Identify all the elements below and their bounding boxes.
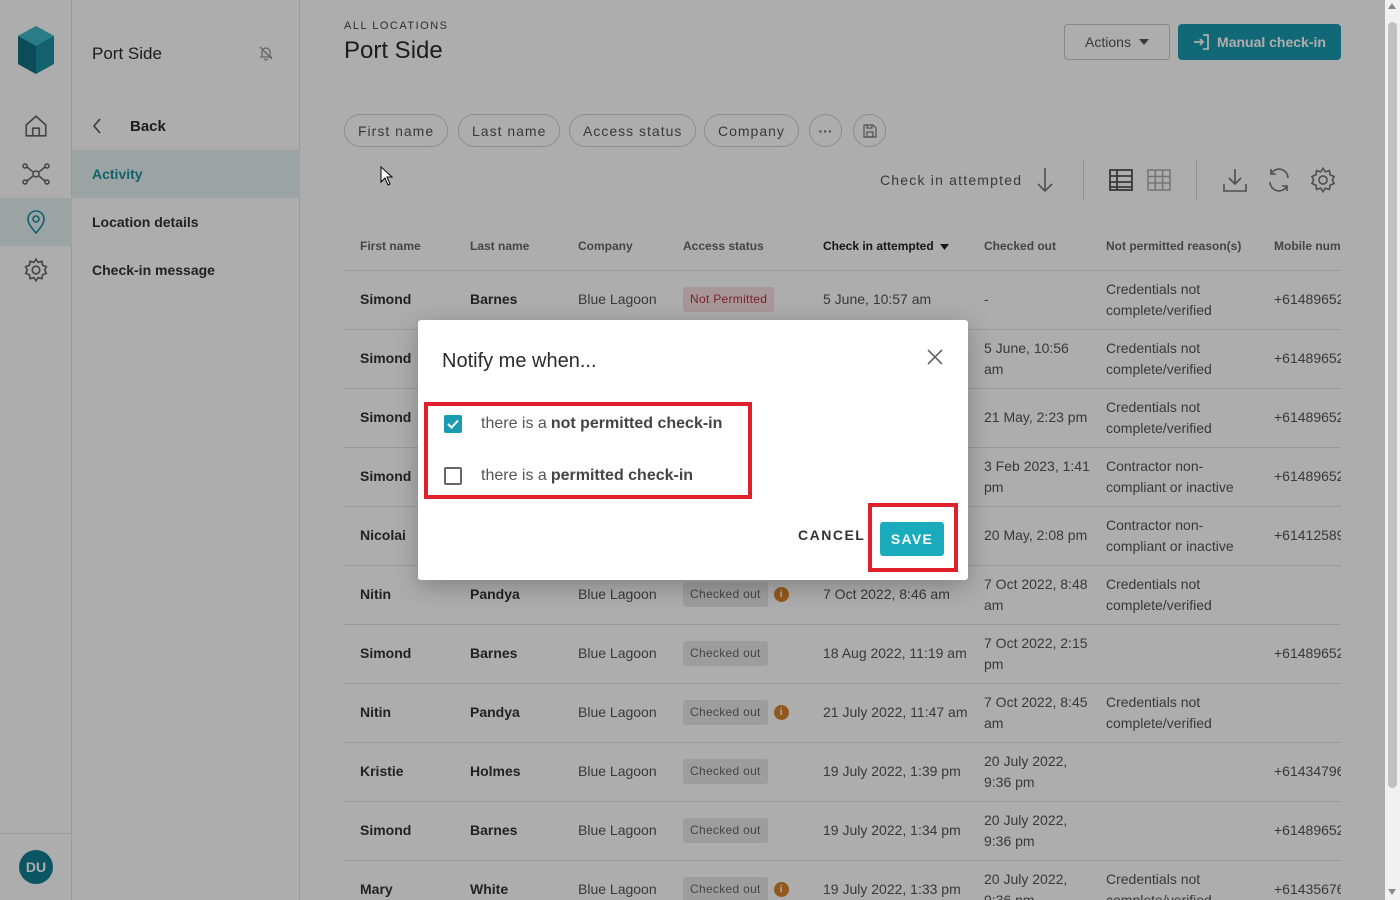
cancel-button[interactable]: CANCEL	[798, 527, 865, 543]
close-icon[interactable]	[923, 345, 947, 369]
scrollbar-thumb[interactable]	[1388, 22, 1397, 788]
scroll-up-icon[interactable]	[1388, 3, 1396, 9]
options-highlight-box	[424, 402, 752, 499]
save-highlight-box	[868, 503, 958, 572]
page-scrollbar[interactable]	[1385, 0, 1400, 900]
mouse-cursor-icon	[380, 166, 394, 186]
notify-dialog: Notify me when... there is a not permitt…	[418, 320, 968, 580]
scroll-down-icon[interactable]	[1388, 889, 1396, 895]
dialog-title: Notify me when...	[442, 350, 597, 372]
